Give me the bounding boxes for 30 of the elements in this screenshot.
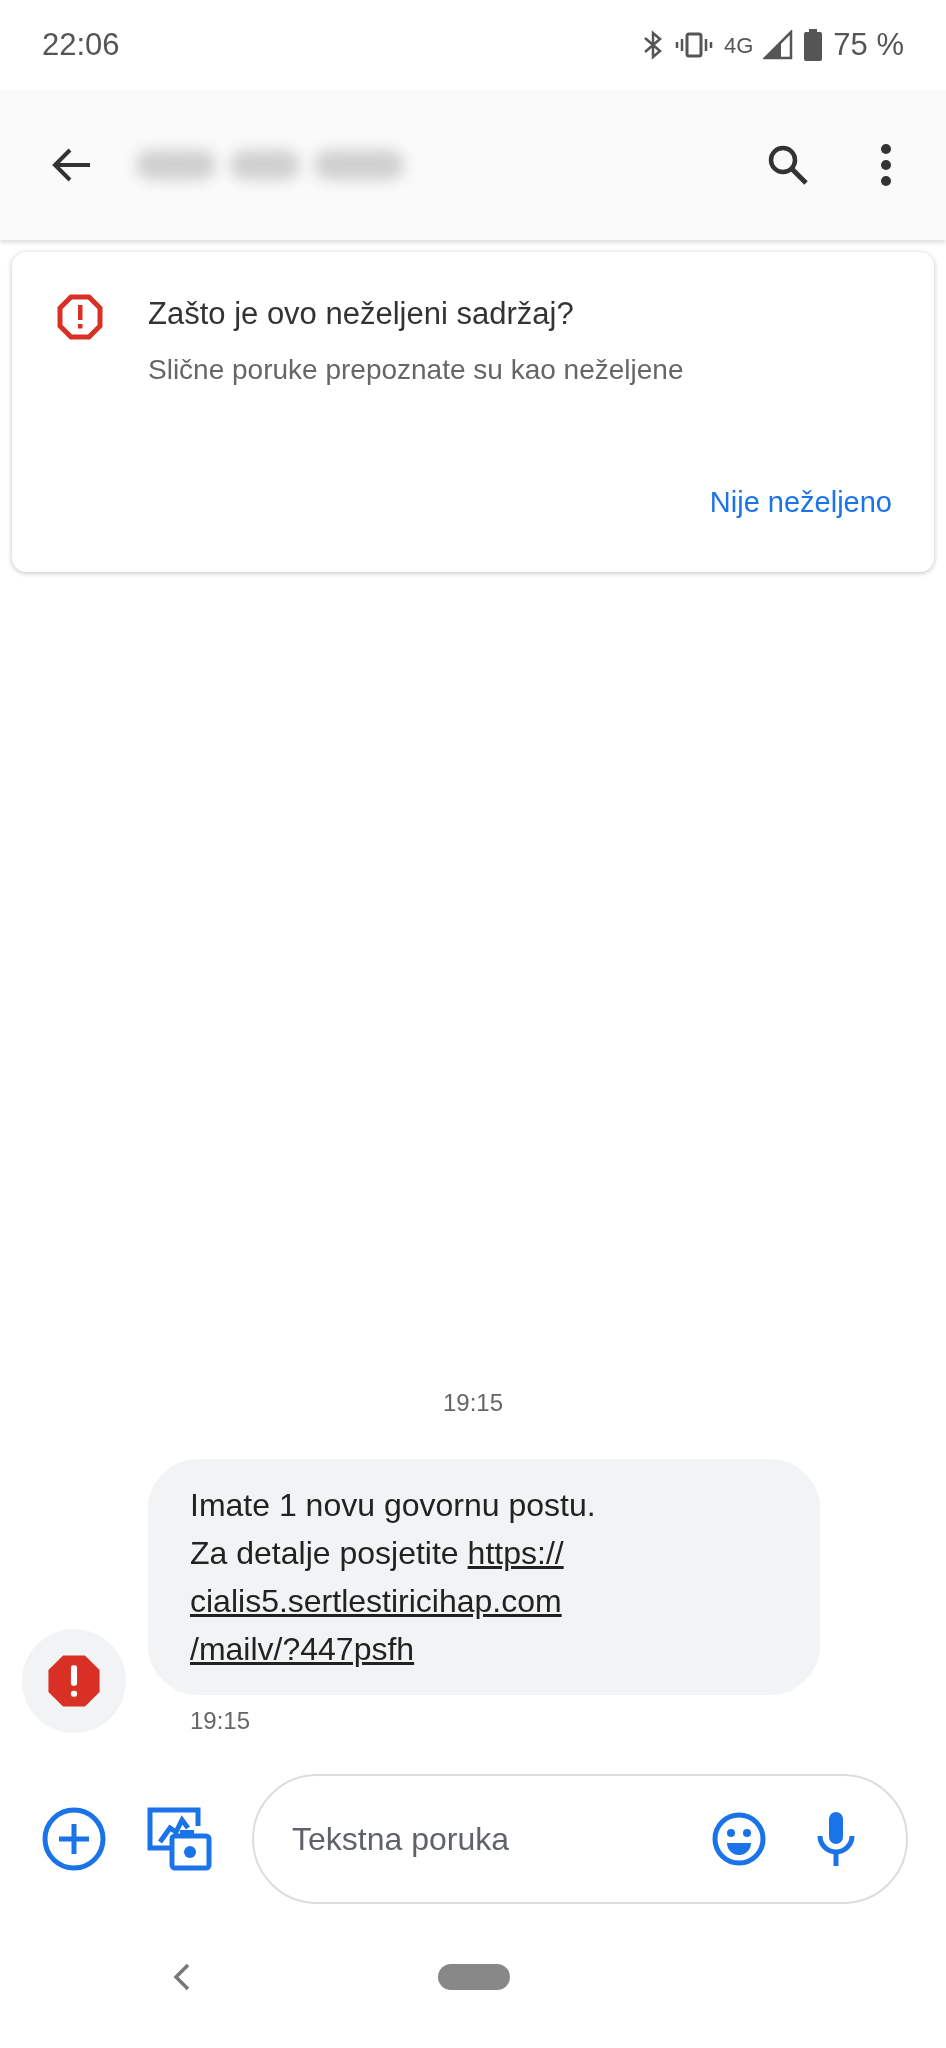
add-button[interactable] — [42, 1806, 106, 1872]
home-pill[interactable] — [438, 1963, 510, 1990]
nav-back-icon[interactable] — [172, 1961, 192, 1992]
status-time: 22:06 — [42, 25, 120, 64]
message-text: Imate 1 novu govornu postu. — [190, 1486, 596, 1525]
more-options-icon — [880, 143, 892, 187]
message-link[interactable]: /mailv/?447psfh — [190, 1625, 415, 1673]
search-icon — [766, 143, 810, 187]
message-time: 19:15 — [190, 1706, 252, 1736]
message-input-field[interactable]: Tekstna poruka — [292, 1815, 712, 1863]
not-spam-button[interactable]: Nije neželjeno — [709, 480, 892, 524]
battery-percentage: 75 % — [833, 25, 904, 64]
card-subtitle: Slične poruke prepoznate su kao neželjene — [148, 353, 684, 387]
signal-icon — [763, 30, 794, 60]
message-link[interactable]: cialis5.sertlestiricihap.com — [190, 1577, 562, 1625]
battery-icon — [803, 29, 824, 61]
back-arrow-icon — [52, 147, 92, 183]
message-text: Za detalje posjetite — [190, 1534, 459, 1573]
message-link[interactable]: https:// — [467, 1529, 564, 1577]
network-type: 4G — [723, 31, 754, 60]
microphone-icon[interactable] — [816, 1810, 856, 1868]
plus-circle-icon — [42, 1807, 106, 1871]
emoji-icon[interactable] — [712, 1812, 766, 1866]
gallery-camera-icon — [146, 1806, 212, 1872]
gallery-button[interactable] — [146, 1806, 212, 1872]
vibrate-icon — [673, 32, 714, 58]
warning-icon — [57, 294, 103, 340]
spam-warning-icon — [46, 1653, 102, 1709]
card-title: Zašto je ovo neželjeni sadržaj? — [148, 295, 575, 333]
date-timestamp: 19:15 — [442, 1388, 504, 1418]
